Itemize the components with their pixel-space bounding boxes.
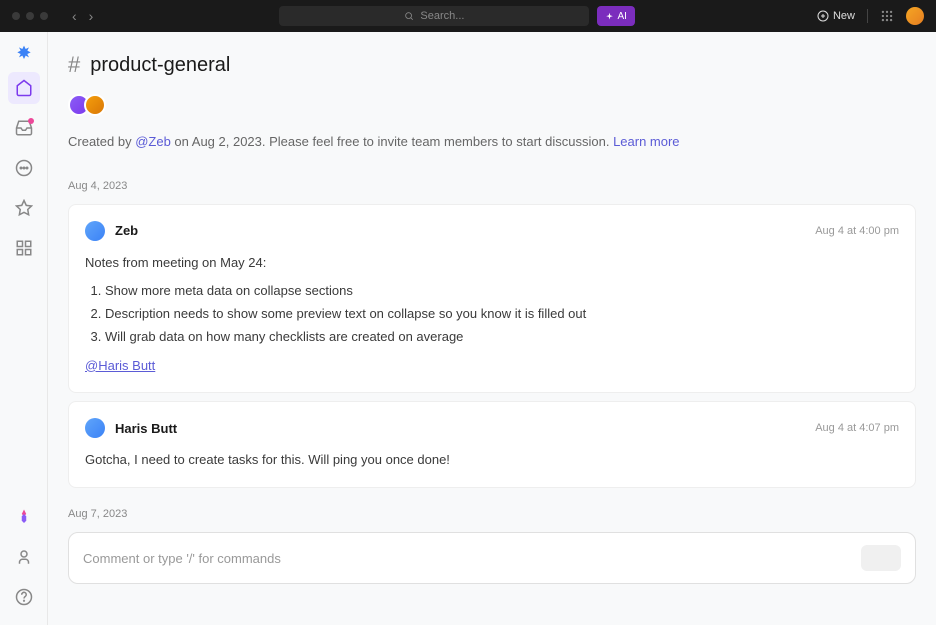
new-label: New — [833, 10, 855, 22]
user-avatar[interactable] — [906, 7, 924, 25]
user-mention[interactable]: @Haris Butt — [85, 358, 155, 373]
help-icon — [15, 588, 33, 606]
message-text: Notes from meeting on May 24: — [85, 253, 899, 274]
divider — [867, 9, 868, 23]
sidebar-favorites[interactable] — [8, 192, 40, 224]
search-placeholder: Search... — [420, 10, 464, 22]
content-area: # product-general Created by @Zeb on Aug… — [48, 32, 936, 625]
home-icon — [15, 79, 33, 97]
sidebar-inbox[interactable] — [8, 112, 40, 144]
nav-back-icon[interactable]: ‹ — [68, 6, 81, 26]
channel-title: product-general — [90, 54, 230, 77]
sidebar-upgrade[interactable] — [8, 501, 40, 533]
list-item: Show more meta data on collapse sections — [105, 281, 899, 302]
member-avatars[interactable] — [68, 94, 916, 116]
apps-grid-icon[interactable] — [880, 9, 894, 23]
maximize-window[interactable] — [40, 12, 48, 20]
message-timestamp: Aug 4 at 4:07 pm — [815, 422, 899, 434]
learn-more-link[interactable]: Learn more — [613, 134, 679, 149]
plus-circle-icon — [817, 10, 829, 22]
hash-icon: # — [68, 52, 80, 78]
date-separator: Aug 4, 2023 — [68, 180, 916, 192]
author-name: Zeb — [115, 223, 138, 238]
author-avatar — [85, 418, 105, 438]
send-button[interactable] — [861, 545, 901, 571]
grid-icon — [15, 239, 33, 257]
close-window[interactable] — [12, 12, 20, 20]
sparkle-icon — [605, 12, 614, 21]
message-timestamp: Aug 4 at 4:00 pm — [815, 225, 899, 237]
minimize-window[interactable] — [26, 12, 34, 20]
more-horizontal-icon — [15, 159, 33, 177]
rocket-icon — [15, 508, 33, 526]
sidebar — [0, 32, 48, 625]
message-body: Gotcha, I need to create tasks for this.… — [85, 450, 899, 471]
ai-label: AI — [617, 11, 626, 22]
list-item: Will grab data on how many checklists ar… — [105, 327, 899, 348]
app-logo-icon[interactable] — [14, 44, 34, 64]
author-avatar — [85, 221, 105, 241]
topbar: ‹ › Search... AI New — [0, 0, 936, 32]
creator-mention[interactable]: @Zeb — [135, 134, 171, 149]
nav-forward-icon[interactable]: › — [85, 6, 98, 26]
date-separator: Aug 7, 2023 — [68, 508, 916, 520]
message-card: Haris Butt Aug 4 at 4:07 pm Gotcha, I ne… — [68, 401, 916, 488]
message-body: Notes from meeting on May 24: Show more … — [85, 253, 899, 377]
list-item: Description needs to show some preview t… — [105, 304, 899, 325]
author-name: Haris Butt — [115, 421, 177, 436]
search-input[interactable]: Search... — [279, 6, 589, 26]
sidebar-home[interactable] — [8, 72, 40, 104]
sidebar-profile[interactable] — [8, 541, 40, 573]
composer-placeholder: Comment or type '/' for commands — [83, 551, 281, 566]
channel-description: Created by @Zeb on Aug 2, 2023. Please f… — [68, 132, 916, 152]
ai-button[interactable]: AI — [597, 6, 634, 26]
channel-header: # product-general — [68, 52, 916, 78]
sidebar-dashboards[interactable] — [8, 232, 40, 264]
search-icon — [404, 11, 414, 21]
message-card: Zeb Aug 4 at 4:00 pm Notes from meeting … — [68, 204, 916, 394]
sidebar-help[interactable] — [8, 581, 40, 613]
user-icon — [15, 548, 33, 566]
star-icon — [15, 199, 33, 217]
sidebar-more[interactable] — [8, 152, 40, 184]
notification-dot — [28, 118, 34, 124]
comment-composer[interactable]: Comment or type '/' for commands — [68, 532, 916, 584]
window-controls — [12, 12, 48, 20]
new-button[interactable]: New — [817, 10, 855, 22]
nav-arrows: ‹ › — [68, 6, 97, 26]
member-avatar — [84, 94, 106, 116]
